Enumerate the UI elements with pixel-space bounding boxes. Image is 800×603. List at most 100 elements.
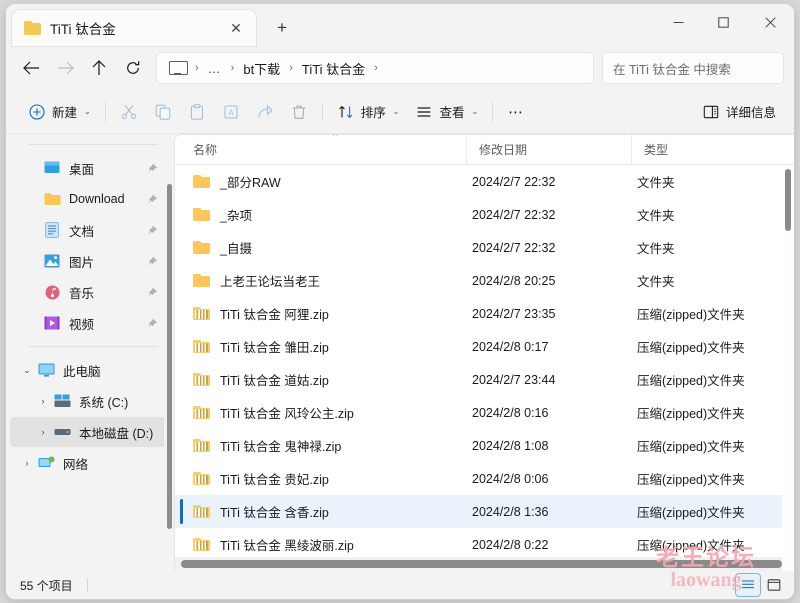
chevron-right-icon[interactable]: ›: [34, 396, 52, 406]
file-name-label: TiTi 钛合金 风玲公主.zip: [220, 407, 354, 421]
cut-button[interactable]: [112, 97, 146, 127]
sidebar-item-图片[interactable]: 图片: [10, 246, 168, 276]
sort-button[interactable]: 排序 ⌄: [329, 97, 408, 127]
pin-icon[interactable]: [146, 162, 158, 174]
breadcrumb-separator: ›: [289, 62, 293, 74]
window-controls: [656, 4, 794, 40]
table-row[interactable]: _自摄 2024/2/7 22:32 文件夹: [175, 231, 794, 264]
sidebar-item-音乐[interactable]: 音乐: [10, 277, 168, 307]
table-row[interactable]: TiTi 钛合金 道姑.zip 2024/2/7 23:44 压缩(zipped)文…: [175, 363, 794, 396]
back-button[interactable]: [14, 52, 48, 84]
pin-icon[interactable]: [146, 286, 158, 298]
file-name-cell: _自摄: [175, 238, 460, 257]
rename-button[interactable]: A: [214, 97, 248, 127]
table-row[interactable]: TiTi 钛合金 阿狸.zip 2024/2/7 23:35 压缩(zipped)文…: [175, 297, 794, 330]
tab-titi[interactable]: TiTi 钛合金 ✕: [12, 10, 256, 46]
forward-button[interactable]: [48, 52, 82, 84]
plus-circle-icon: [28, 103, 46, 121]
sidebar-item-网络[interactable]: › 网络: [10, 448, 168, 478]
table-row[interactable]: TiTi 钛合金 鬼神禄.zip 2024/2/8 1:08 压缩(zipped)文…: [175, 429, 794, 462]
file-name-label: _杂项: [220, 209, 252, 223]
ellipsis-icon: ⋯: [508, 103, 525, 121]
address-breadcrumb-bar[interactable]: › … › bt下载 › TiTi 钛合金 ›: [156, 52, 594, 84]
share-button[interactable]: [248, 97, 282, 127]
table-row[interactable]: TiTi 钛合金 含香.zip 2024/2/8 1:36 压缩(zipped)文件…: [175, 495, 794, 528]
table-row[interactable]: 上老王论坛当老王 2024/2/8 20:25 文件夹: [175, 264, 794, 297]
sidebar-item-label: 桌面: [69, 162, 95, 177]
clipboard-icon: [188, 103, 206, 121]
file-list-horizontal-scrollbar[interactable]: [175, 557, 782, 571]
sidebar-item-视频[interactable]: 视频: [10, 308, 168, 338]
chevron-right-icon[interactable]: ›: [18, 458, 36, 468]
view-button[interactable]: 查看 ⌄: [407, 97, 486, 127]
sidebar-item-桌面[interactable]: 桌面: [10, 153, 168, 183]
sidebar-item-系统c[interactable]: › 系统 (C:): [10, 386, 168, 416]
breadcrumb-overflow[interactable]: …: [205, 59, 225, 78]
table-row[interactable]: TiTi 钛合金 雏田.zip 2024/2/8 0:17 压缩(zipped)文件…: [175, 330, 794, 363]
copy-icon: [154, 103, 172, 121]
file-name-cell: TiTi 钛合金 道姑.zip: [175, 370, 460, 389]
sidebar-item-此电脑[interactable]: ⌄ 此电脑: [10, 355, 168, 385]
minimize-icon[interactable]: [656, 4, 701, 40]
zip-icon: [193, 372, 211, 387]
folder-icon: [24, 21, 41, 35]
file-type-cell: 压缩(zipped)文件夹: [637, 374, 745, 388]
paste-button[interactable]: [180, 97, 214, 127]
file-date-cell: 2024/2/8 0:22: [472, 537, 549, 552]
title-bar: TiTi 钛合金 ✕ +: [6, 4, 794, 46]
details-pane-button[interactable]: 详细信息: [694, 97, 784, 127]
copy-button[interactable]: [146, 97, 180, 127]
file-name-cell: _杂项: [175, 205, 460, 224]
breadcrumb-separator: ›: [195, 62, 199, 74]
file-date-cell: 2024/2/7 23:44: [472, 372, 556, 387]
breadcrumb-titi[interactable]: TiTi 钛合金: [299, 57, 368, 80]
refresh-button[interactable]: [116, 52, 150, 84]
sidebar-item-本地磁盘d[interactable]: › 本地磁盘 (D:): [10, 417, 168, 447]
file-date-cell: 2024/2/8 20:25: [472, 273, 556, 288]
sidebar-item-文档[interactable]: 文档: [10, 215, 168, 245]
toolbar-divider: [321, 101, 323, 122]
sidebar-scrollbar-thumb[interactable]: [167, 184, 172, 529]
search-input[interactable]: 在 TiTi 钛合金 中搜索: [602, 52, 784, 84]
table-row[interactable]: _部分RAW 2024/2/7 22:32 文件夹: [175, 165, 794, 198]
chevron-down-icon[interactable]: ⌄: [18, 365, 36, 376]
table-row[interactable]: TiTi 钛合金 贵妃.zip 2024/2/8 0:06 压缩(zipped)文件…: [175, 462, 794, 495]
this-pc-icon[interactable]: [169, 60, 188, 76]
file-list-vertical-scrollbar[interactable]: [782, 165, 794, 571]
up-button[interactable]: [82, 52, 116, 84]
close-icon[interactable]: ✕: [224, 16, 248, 40]
new-tab-button[interactable]: +: [268, 14, 296, 42]
folder-icon: [193, 273, 211, 288]
large-icons-view-button[interactable]: [762, 574, 786, 596]
new-button[interactable]: 新建 ⌄: [20, 97, 99, 127]
vertical-scrollbar-thumb[interactable]: [785, 169, 791, 231]
pin-icon[interactable]: [146, 224, 158, 236]
horizontal-scrollbar-thumb[interactable]: [181, 560, 782, 568]
column-header-type[interactable]: 类型: [631, 135, 794, 164]
file-name-label: TiTi 钛合金 道姑.zip: [220, 374, 329, 388]
sidebar-item-download[interactable]: Download: [10, 184, 168, 214]
delete-button[interactable]: [282, 97, 316, 127]
table-row[interactable]: _杂项 2024/2/7 22:32 文件夹: [175, 198, 794, 231]
table-row[interactable]: TiTi 钛合金 风玲公主.zip 2024/2/8 0:16 压缩(zipped)…: [175, 396, 794, 429]
chevron-down-icon: ⌄: [471, 107, 479, 116]
details-view-button[interactable]: [736, 574, 760, 596]
breadcrumb-bt-download[interactable]: bt下载: [240, 57, 283, 80]
file-name-label: TiTi 钛合金 鬼神禄.zip: [220, 440, 342, 454]
file-date-cell: 2024/2/8 1:08: [472, 438, 549, 453]
pin-icon[interactable]: [146, 193, 158, 205]
sidebar-scrollbar-track[interactable]: [164, 134, 174, 571]
column-header-date-label: 修改日期: [479, 143, 528, 157]
chevron-right-icon[interactable]: ›: [34, 427, 52, 437]
music-icon: [42, 284, 62, 300]
pin-icon[interactable]: [146, 317, 158, 329]
column-header-name[interactable]: 名称 ^: [181, 135, 466, 164]
pin-icon[interactable]: [146, 255, 158, 267]
toolbar-divider: [492, 101, 494, 122]
more-options-button[interactable]: ⋯: [499, 97, 533, 127]
maximize-icon[interactable]: [701, 4, 746, 40]
close-icon[interactable]: [746, 4, 794, 40]
view-button-label: 查看: [439, 106, 465, 120]
column-header-date[interactable]: 修改日期: [466, 135, 631, 164]
file-name-cell: TiTi 钛合金 鬼神禄.zip: [175, 436, 460, 455]
